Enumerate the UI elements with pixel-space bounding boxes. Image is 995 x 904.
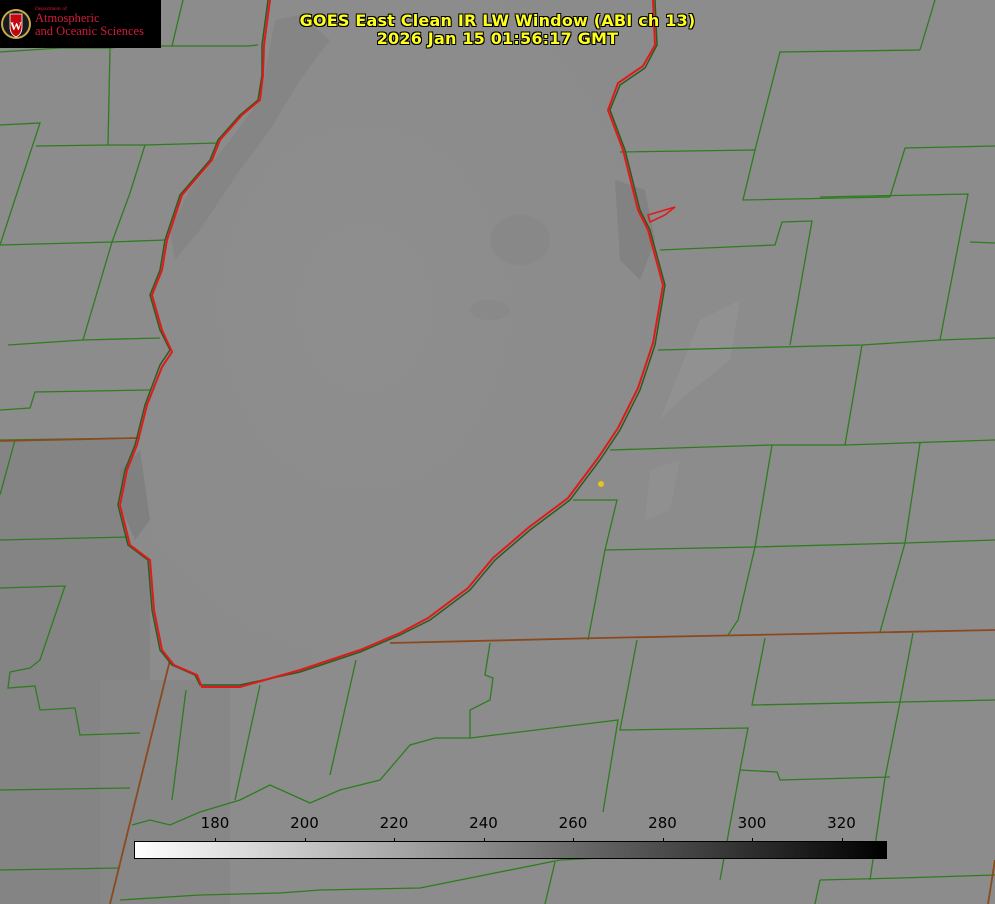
colorbar-tick-mark: [841, 838, 843, 842]
colorbar: [134, 841, 887, 859]
colorbar-tick-mark: [304, 838, 306, 842]
colorbar-tick-mark: [394, 838, 395, 842]
logo-text: Department of Atmospheric and Oceanic Sc…: [35, 6, 144, 38]
satellite-image-frame: GOES East Clean IR LW Window (ABI ch 13)…: [0, 0, 995, 904]
satellite-imagery: [0, 0, 995, 904]
colorbar-tick-label: 240: [469, 814, 498, 832]
university-crest-icon: W: [1, 9, 31, 39]
colorbar-tick-label: 300: [737, 814, 767, 832]
location-marker: [598, 481, 604, 487]
southwest-land-shade: [100, 680, 230, 904]
colorbar-tick-label: 220: [379, 814, 409, 832]
colorbar-tick-label: 320: [827, 814, 856, 832]
colorbar-tick-label: 260: [558, 814, 588, 832]
colorbar-tick-mark: [215, 838, 216, 842]
colorbar-tick-label: 200: [290, 814, 319, 832]
lake-shade-center2: [470, 300, 510, 320]
colorbar-tick-mark: [662, 838, 664, 842]
logo-line2: and Oceanic Sciences: [35, 24, 144, 38]
colorbar-tick-label: 280: [648, 814, 677, 832]
image-timestamp: 2026 Jan 15 01:56:17 GMT: [376, 29, 619, 48]
colorbar-tick-mark: [752, 838, 753, 842]
image-title: GOES East Clean IR LW Window (ABI ch 13): [299, 11, 696, 30]
crest-letter: W: [10, 19, 22, 33]
colorbar-tick-label: 180: [200, 814, 230, 832]
lake-shade-center: [490, 215, 550, 265]
department-logo: W Department of Atmospheric and Oceanic …: [0, 0, 161, 48]
colorbar-tick-mark: [573, 838, 574, 842]
colorbar-tick-mark: [483, 838, 485, 842]
